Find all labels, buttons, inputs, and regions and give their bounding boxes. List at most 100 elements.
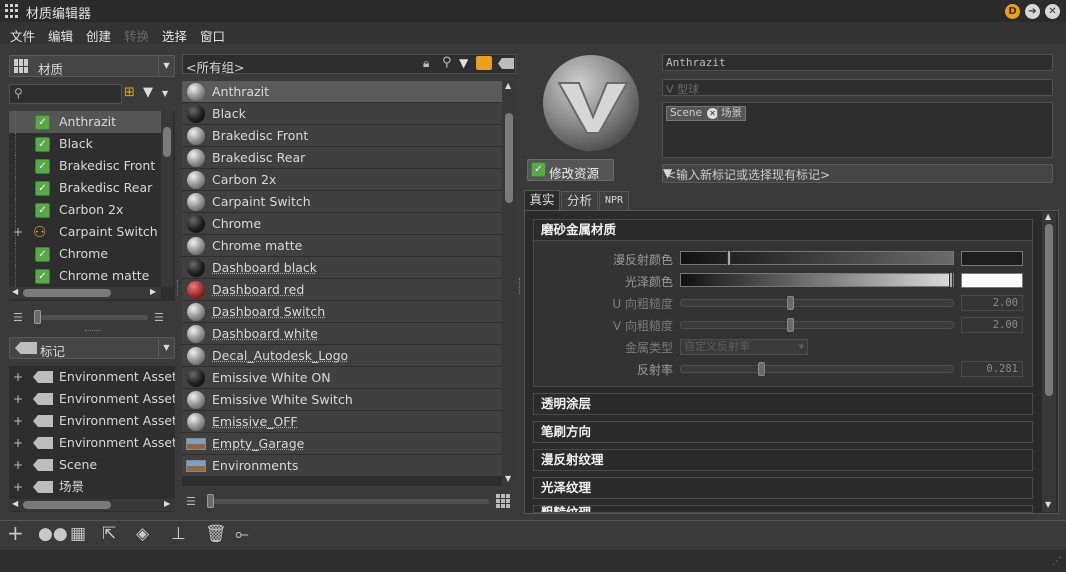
material-list-item[interactable]: Dashboard black <box>182 257 502 279</box>
tab-realistic[interactable]: 真实 <box>524 190 560 210</box>
material-list-item[interactable]: Dashboard red <box>182 279 502 301</box>
u-roughness-value[interactable]: 2.00 <box>961 295 1023 311</box>
section-roughness-texture[interactable]: 粗糙纹理 <box>533 505 1033 513</box>
gloss-color-slider[interactable] <box>680 272 954 288</box>
tab-analysis[interactable]: 分析 <box>561 191 598 210</box>
diffuse-color-slider[interactable] <box>680 250 954 266</box>
select-by-material-icon[interactable]: ⇱ <box>102 524 116 544</box>
apply-to-selection-icon[interactable]: ▦ <box>70 524 86 544</box>
tag-list-item[interactable]: + Environment Asset: <box>9 388 175 410</box>
tree-vertical-scrollbar[interactable] <box>161 111 173 287</box>
expand-icon[interactable]: + <box>13 432 23 454</box>
resize-grip-icon[interactable]: ⋰ <box>1052 556 1062 567</box>
left-splitter-handle[interactable] <box>177 280 179 296</box>
material-list-item[interactable]: Emissive White ON <box>182 367 502 389</box>
diffuse-color-swatch[interactable] <box>961 251 1023 266</box>
duplicate-spheres-icon[interactable]: ●● <box>38 524 68 544</box>
add-icon[interactable]: + <box>7 521 24 545</box>
tree-item[interactable]: ✓ Carbon 2x <box>9 199 161 221</box>
section-brush-direction[interactable]: 笔刷方向 <box>533 421 1033 443</box>
material-list-item[interactable]: Carbon 2x <box>182 169 502 191</box>
material-list-item[interactable]: Brakedisc Front <box>182 125 502 147</box>
tree-item[interactable]: ✓ Chrome matte <box>9 265 161 287</box>
material-list-item[interactable]: Empty_Garage <box>182 433 502 455</box>
modify-asset-button[interactable]: ✓ 修改资源 <box>527 159 614 181</box>
tag-list-item[interactable]: + Environment Asset: <box>9 432 175 454</box>
material-thumbnail-size-slider[interactable] <box>207 494 489 508</box>
menu-edit[interactable]: 编辑 <box>48 26 73 45</box>
tag-list-item[interactable]: + Environment Asset: <box>9 366 175 388</box>
menu-window[interactable]: 窗口 <box>200 26 225 45</box>
material-list-item[interactable]: Chrome matte <box>182 235 502 257</box>
tree-item[interactable]: ✓ Brakedisc Rear <box>9 177 161 199</box>
metal-type-dropdown[interactable]: 自定义反射率 ▼ <box>680 339 808 355</box>
tab-npr[interactable]: NPR <box>599 191 629 210</box>
expand-icon[interactable]: + <box>13 476 23 498</box>
material-list-item[interactable]: Dashboard white <box>182 323 502 345</box>
menu-select[interactable]: 选择 <box>162 26 187 45</box>
grid-view-icon[interactable] <box>496 494 510 508</box>
filter-icon[interactable]: ▼ <box>459 56 468 70</box>
thumbnail-size-slider[interactable] <box>34 310 148 324</box>
tag-list-item[interactable]: + Scene <box>9 454 175 476</box>
tag-chip-scene-cn[interactable]: 场景 <box>717 106 746 121</box>
material-list-item[interactable]: Carpaint Switch <box>182 191 502 213</box>
tag-list-item[interactable]: + Environment Asset: <box>9 410 175 432</box>
tree-item[interactable]: ✓ Black <box>9 133 161 155</box>
detail-view-icon[interactable]: ☰ <box>154 311 164 324</box>
lock-icon[interactable]: 🔒︎ <box>423 56 429 71</box>
tags-box[interactable]: Scene ✕ 场景 <box>662 102 1053 158</box>
material-list-item[interactable]: Environments <box>182 455 502 477</box>
group-toggle-icon[interactable] <box>476 56 492 70</box>
app-grid-icon[interactable] <box>5 4 19 18</box>
hierarchy-filter-icon[interactable]: ⊞ <box>124 85 135 100</box>
material-list-item[interactable]: Decal_Autodesk_Logo <box>182 345 502 367</box>
material-list-item[interactable]: Brakedisc Rear <box>182 147 502 169</box>
group-filter-bar[interactable]: <所有组> 🔒︎ ⚲ ▼ <box>182 54 516 75</box>
material-type-dropdown[interactable]: 材质 ▼ <box>9 55 175 77</box>
material-list-item[interactable]: Emissive White Switch <box>182 389 502 411</box>
close-icon[interactable]: ✕ <box>1045 4 1060 19</box>
expand-icon[interactable]: + <box>13 410 23 432</box>
expand-icon[interactable]: + <box>13 388 23 410</box>
section-main[interactable]: 磨砂金属材质 <box>533 219 1033 241</box>
delete-trash-icon[interactable]: 🗑︎ <box>205 524 227 544</box>
material-name-field[interactable]: Anthrazit <box>662 54 1053 71</box>
section-gloss-texture[interactable]: 光泽纹理 <box>533 477 1033 499</box>
list-view-icon[interactable]: ☰ <box>13 311 23 324</box>
reflectivity-value[interactable]: 0.281 <box>961 361 1023 377</box>
material-list-item[interactable]: Emissive_OFF <box>182 411 502 433</box>
filter-options-chevron-icon[interactable]: ▼ <box>162 89 168 98</box>
material-list-item[interactable]: Black <box>182 103 502 125</box>
material-search-input[interactable]: ⚲ <box>9 84 122 104</box>
arrow-right-icon[interactable]: ➔ <box>1025 4 1040 19</box>
gloss-color-swatch[interactable] <box>961 273 1023 288</box>
tag-filter-icon[interactable] <box>498 58 514 69</box>
reflectivity-slider[interactable] <box>680 362 954 376</box>
u-roughness-slider[interactable] <box>680 296 954 310</box>
splitter-handle[interactable] <box>85 330 101 332</box>
tag-list-item[interactable]: + 场景 <box>9 476 175 498</box>
filter-icon[interactable]: ▼ <box>143 85 153 100</box>
section-diffuse-texture[interactable]: 漫反射纹理 <box>533 449 1033 471</box>
properties-scrollbar[interactable]: ▲ ▼ <box>1042 212 1056 512</box>
expand-icon[interactable]: + <box>13 366 23 388</box>
tag-chip-scene[interactable]: Scene ✕ <box>666 106 722 121</box>
list-view-icon[interactable]: ☰ <box>186 495 196 508</box>
pick-material-icon[interactable]: ◈ <box>136 524 149 544</box>
material-list-item[interactable]: Chrome <box>182 213 502 235</box>
expand-icon[interactable]: + <box>13 221 23 243</box>
v-roughness-value[interactable]: 2.00 <box>961 317 1023 333</box>
node-graph-icon[interactable]: ⟜ <box>235 524 249 544</box>
tree-item[interactable]: + ⚇ Carpaint Switch <box>9 221 161 243</box>
menu-create[interactable]: 创建 <box>86 26 111 45</box>
tag-input-dropdown[interactable]: <输入新标记或选择现有标记> ▼ <box>662 164 1053 183</box>
material-list-item[interactable]: Anthrazit <box>182 81 502 103</box>
cleanup-brush-icon[interactable]: ⊥ <box>171 524 186 544</box>
tree-item[interactable]: ✓ Brakedisc Front <box>9 155 161 177</box>
tags-dropdown[interactable]: 标记 ▼ <box>9 337 175 359</box>
material-list-scrollbar[interactable]: ▲ ▼ <box>502 81 516 486</box>
material-list-item[interactable]: Dashboard Switch <box>182 301 502 323</box>
tree-item[interactable]: ✓ Chrome <box>9 243 161 265</box>
section-clearcoat[interactable]: 透明涂层 <box>533 393 1033 415</box>
